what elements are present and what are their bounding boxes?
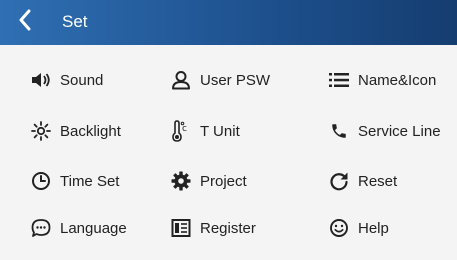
- menu-item-name-icon[interactable]: Name&Icon: [328, 65, 436, 95]
- menu-item-label: T Unit: [200, 122, 240, 140]
- back-button[interactable]: [12, 7, 38, 37]
- menu-item-label: Backlight: [60, 122, 121, 140]
- menu-item-sound[interactable]: Sound: [30, 65, 103, 95]
- menu-item-user-psw[interactable]: User PSW: [170, 65, 270, 95]
- menu-item-reset[interactable]: Reset: [328, 166, 397, 196]
- menu-item-label: Help: [358, 219, 389, 237]
- clock-icon: [30, 170, 52, 192]
- speaker-icon: [30, 69, 52, 91]
- chevron-left-icon: [18, 9, 32, 36]
- settings-grid: Sound User PSW Name&Icon Backlight c T U…: [0, 45, 457, 260]
- smiley-icon: [328, 217, 350, 239]
- header-bar: Set: [0, 0, 457, 45]
- refresh-icon: [328, 170, 350, 192]
- menu-item-label: Sound: [60, 71, 104, 89]
- menu-item-label: Project: [200, 172, 247, 190]
- register-icon: [170, 217, 192, 239]
- menu-item-language[interactable]: Language: [30, 213, 127, 243]
- list-icon: [328, 69, 350, 91]
- menu-item-label: Time Set: [60, 172, 120, 190]
- menu-item-project[interactable]: Project: [170, 166, 247, 196]
- phone-icon: [328, 120, 350, 142]
- chat-bubble-icon: [30, 217, 52, 239]
- gear-icon: [170, 170, 192, 192]
- brightness-icon: [30, 120, 52, 142]
- svg-text:c: c: [182, 124, 187, 134]
- menu-item-time-set[interactable]: Time Set: [30, 166, 119, 196]
- menu-item-label: Reset: [358, 172, 398, 190]
- menu-item-label: Service Line: [358, 122, 441, 140]
- menu-item-register[interactable]: Register: [170, 213, 256, 243]
- menu-item-label: Language: [60, 219, 127, 237]
- menu-item-help[interactable]: Help: [328, 213, 389, 243]
- menu-item-label: User PSW: [200, 71, 271, 89]
- menu-item-label: Name&Icon: [358, 71, 437, 89]
- menu-item-t-unit[interactable]: c T Unit: [170, 116, 240, 146]
- thermometer-icon: c: [170, 120, 192, 142]
- menu-item-backlight[interactable]: Backlight: [30, 116, 121, 146]
- user-icon: [170, 69, 192, 91]
- page-title: Set: [62, 12, 88, 31]
- menu-item-service-line[interactable]: Service Line: [328, 116, 441, 146]
- menu-item-label: Register: [200, 219, 256, 237]
